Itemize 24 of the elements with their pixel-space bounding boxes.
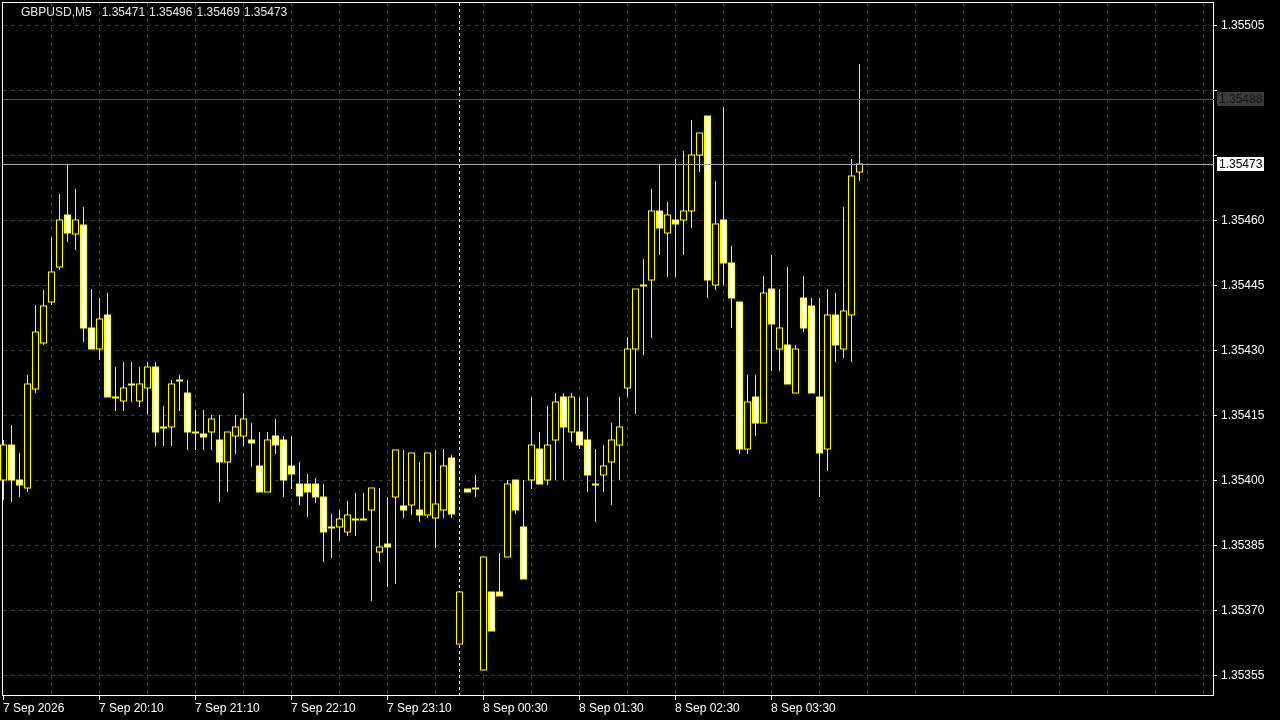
time-label: 7 Sep 20:10 [99,702,164,714]
price-label: 1.35370 [1221,604,1265,616]
price-label: 1.35355 [1221,669,1265,681]
quote-value: 1.35473 [243,6,288,18]
quote-value: 1.35496 [149,6,193,18]
time-label: 8 Sep 01:30 [579,702,644,714]
price-tag: 1.35473 [1217,157,1265,171]
price-label: 1.35460 [1221,214,1265,226]
quote-value: 1.35471 [101,6,146,18]
price-label: 1.35430 [1221,344,1265,356]
price-label: 1.35415 [1221,409,1265,421]
price-label: 1.35445 [1221,279,1265,291]
time-label: 7 Sep 23:10 [387,702,452,714]
time-label: 7 Sep 2026 [3,702,65,714]
time-label: 7 Sep 21:10 [195,702,260,714]
time-label: 7 Sep 22:10 [291,702,356,714]
quote-value: 1.35469 [196,6,240,18]
time-label: 8 Sep 03:30 [771,702,836,714]
time-label: 8 Sep 02:30 [675,702,740,714]
symbol-label: GBPUSD,M5 [21,6,92,18]
time-label: 8 Sep 00:30 [483,702,548,714]
price-label: 1.35505 [1221,19,1265,31]
price-label: 1.35400 [1221,474,1265,486]
price-label: 1.35385 [1221,539,1265,551]
